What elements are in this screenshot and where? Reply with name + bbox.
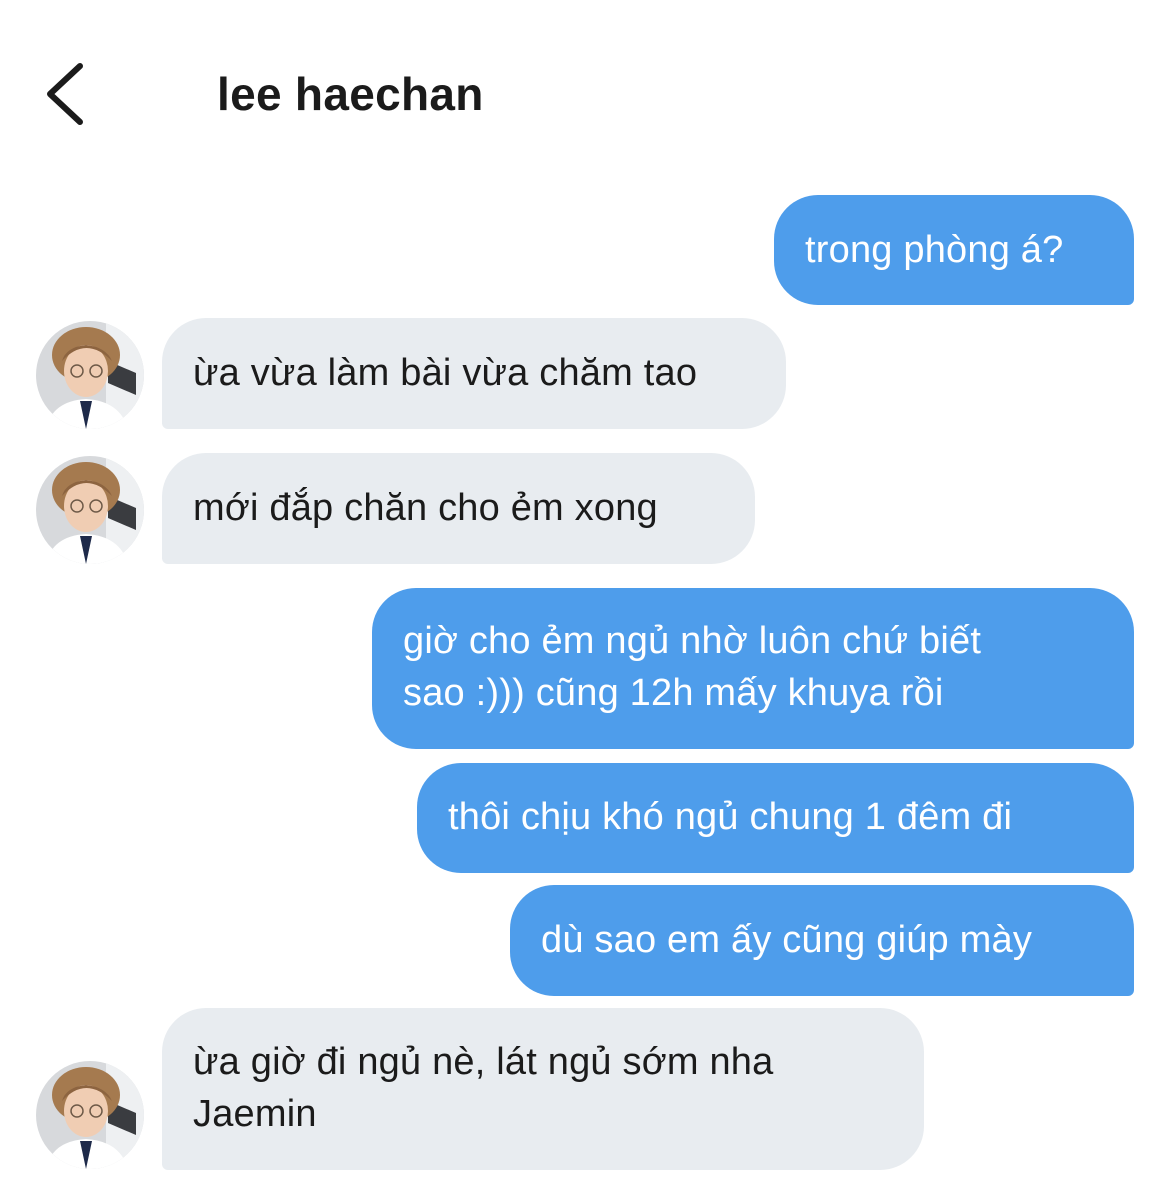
incoming-message[interactable]: ừa vừa làm bài vừa chăm tao	[162, 318, 786, 429]
message-text-line: sao :))) cũng 12h mấy khuya rồi	[403, 672, 944, 714]
avatar[interactable]	[36, 321, 144, 429]
back-button[interactable]	[38, 58, 98, 130]
message-text-line: Jaemin	[193, 1093, 317, 1135]
message-text-line: ừa giờ đi ngủ nè, lát ngủ sớm nha	[193, 1041, 774, 1083]
message-text-line: giờ cho ẻm ngủ nhờ luôn chứ biết	[403, 620, 982, 662]
outgoing-message[interactable]: dù sao em ấy cũng giúp mày	[510, 885, 1134, 996]
chat-header: lee haechan	[0, 0, 1169, 190]
incoming-message[interactable]: mới đắp chăn cho ẻm xong	[162, 453, 755, 564]
message-text: ừa vừa làm bài vừa chăm tao	[193, 352, 698, 394]
outgoing-message[interactable]: trong phòng á?	[774, 195, 1134, 305]
avatar[interactable]	[36, 1061, 144, 1169]
outgoing-message[interactable]: thôi chịu khó ngủ chung 1 đêm đi	[417, 763, 1134, 873]
message-text: dù sao em ấy cũng giúp mày	[541, 919, 1033, 961]
contact-name[interactable]: lee haechan	[217, 66, 484, 122]
incoming-message[interactable]: ừa giờ đi ngủ nè, lát ngủ sớm nha Jaemin	[162, 1008, 924, 1170]
message-text: mới đắp chăn cho ẻm xong	[193, 487, 658, 529]
chevron-left-icon	[47, 63, 83, 125]
avatar[interactable]	[36, 456, 144, 564]
message-text: trong phòng á?	[805, 229, 1064, 271]
message-text: thôi chịu khó ngủ chung 1 đêm đi	[448, 796, 1013, 838]
outgoing-message[interactable]: giờ cho ẻm ngủ nhờ luôn chứ biết sao :))…	[372, 588, 1134, 749]
